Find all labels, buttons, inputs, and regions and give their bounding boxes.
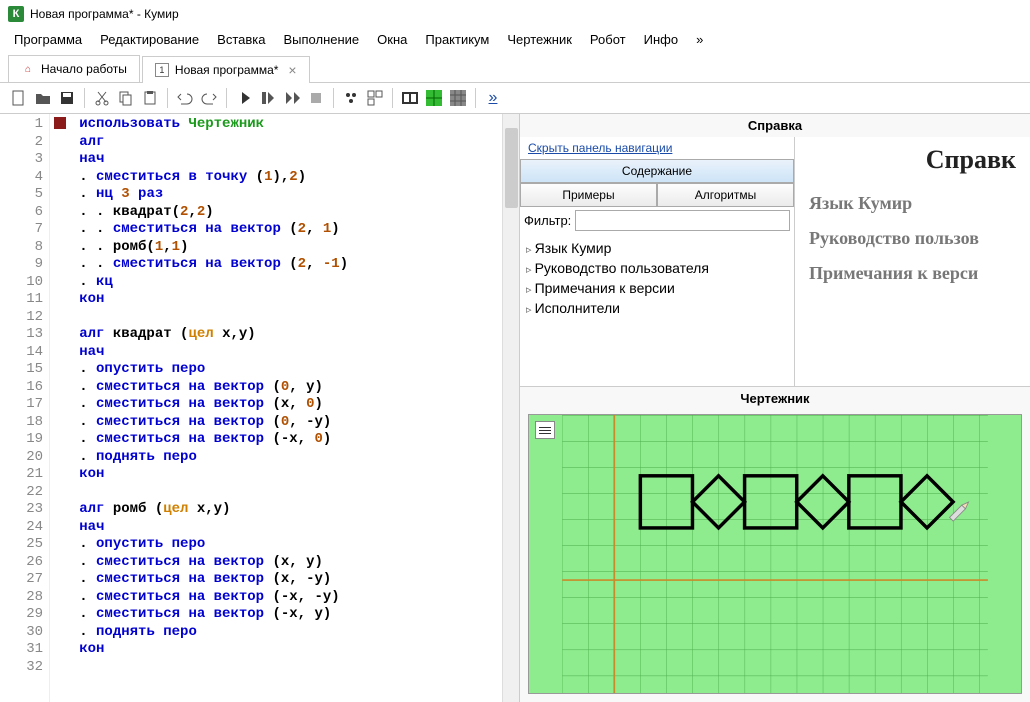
save-button[interactable] — [56, 87, 78, 109]
line-numbers: 1234567891011121314151617181920212223242… — [0, 114, 50, 702]
tree-item[interactable]: Язык Кумир — [526, 238, 788, 258]
menu-practicum[interactable]: Практикум — [425, 32, 489, 47]
menu-windows[interactable]: Окна — [377, 32, 407, 47]
vertical-scrollbar[interactable] — [502, 114, 519, 702]
menu-insert[interactable]: Вставка — [217, 32, 265, 47]
menubar: Программа Редактирование Вставка Выполне… — [0, 28, 1030, 55]
cut-button[interactable] — [91, 87, 113, 109]
breakpoint-button[interactable] — [340, 87, 362, 109]
new-button[interactable] — [8, 87, 30, 109]
home-icon: ⌂ — [21, 62, 35, 76]
nav-tab-contents[interactable]: Содержание — [520, 159, 794, 183]
undo-button[interactable] — [174, 87, 196, 109]
open-button[interactable] — [32, 87, 54, 109]
copy-button[interactable] — [115, 87, 137, 109]
help-navigation: Скрыть панель навигации Содержание Приме… — [520, 137, 795, 386]
tree-item[interactable]: Исполнители — [526, 298, 788, 318]
menu-more[interactable]: » — [696, 32, 703, 47]
window-title: Новая программа* - Кумир — [30, 7, 179, 21]
grid-green-button[interactable] — [423, 87, 445, 109]
filter-label: Фильтр: — [524, 213, 571, 228]
run-button[interactable] — [233, 87, 255, 109]
help-content: Справк Язык Кумир Руководство пользов Пр… — [795, 137, 1030, 386]
drawing-grid — [529, 415, 1021, 693]
tab-label: Новая программа* — [175, 63, 279, 77]
menu-info[interactable]: Инфо — [644, 32, 678, 47]
help-link[interactable]: Руководство пользов — [809, 228, 1016, 249]
tree-item[interactable]: Примечания к версии — [526, 278, 788, 298]
menu-edit[interactable]: Редактирование — [100, 32, 199, 47]
help-link[interactable]: Язык Кумир — [809, 193, 1016, 214]
tab-new-program[interactable]: 1 Новая программа* × — [142, 56, 310, 83]
nav-tab-examples[interactable]: Примеры — [520, 183, 657, 207]
menu-program[interactable]: Программа — [14, 32, 82, 47]
hide-nav-link[interactable]: Скрыть панель навигации — [520, 137, 794, 159]
step-button[interactable] — [257, 87, 279, 109]
layout-button[interactable] — [364, 87, 386, 109]
filter-input[interactable] — [575, 210, 790, 231]
settings-link[interactable]: » — [482, 87, 504, 109]
tab-label: Начало работы — [41, 62, 127, 76]
menu-drafter[interactable]: Чертежник — [507, 32, 572, 47]
app-icon: К — [8, 6, 24, 22]
document-tabs: ⌂ Начало работы 1 Новая программа* × — [0, 55, 1030, 83]
counter-button[interactable] — [399, 87, 421, 109]
toolbar: » — [0, 83, 1030, 114]
help-panel-title: Справка — [520, 114, 1030, 137]
code-area[interactable]: использовать Чертежник алг нач . сместит… — [50, 114, 519, 702]
paste-button[interactable] — [139, 87, 161, 109]
tab-start[interactable]: ⌂ Начало работы — [8, 55, 140, 82]
tree-item[interactable]: Руководство пользователя — [526, 258, 788, 278]
grid-gray-button[interactable] — [447, 87, 469, 109]
menu-run[interactable]: Выполнение — [283, 32, 359, 47]
menu-robot[interactable]: Робот — [590, 32, 626, 47]
nav-tab-algorithms[interactable]: Алгоритмы — [657, 183, 794, 207]
stop-button[interactable] — [305, 87, 327, 109]
help-tree: Язык Кумир Руководство пользователя Прим… — [520, 234, 794, 322]
drawer-title: Чертежник — [520, 387, 1030, 410]
help-link[interactable]: Примечания к верси — [809, 263, 1016, 284]
help-heading: Справк — [809, 145, 1016, 175]
titlebar: К Новая программа* - Кумир — [0, 0, 1030, 28]
redo-button[interactable] — [198, 87, 220, 109]
canvas-menu-button[interactable] — [535, 421, 555, 439]
close-icon[interactable]: × — [288, 62, 296, 78]
code-editor[interactable]: 1234567891011121314151617181920212223242… — [0, 114, 520, 702]
step-into-button[interactable] — [281, 87, 303, 109]
document-icon: 1 — [155, 63, 169, 77]
drawer-canvas[interactable] — [528, 414, 1022, 694]
